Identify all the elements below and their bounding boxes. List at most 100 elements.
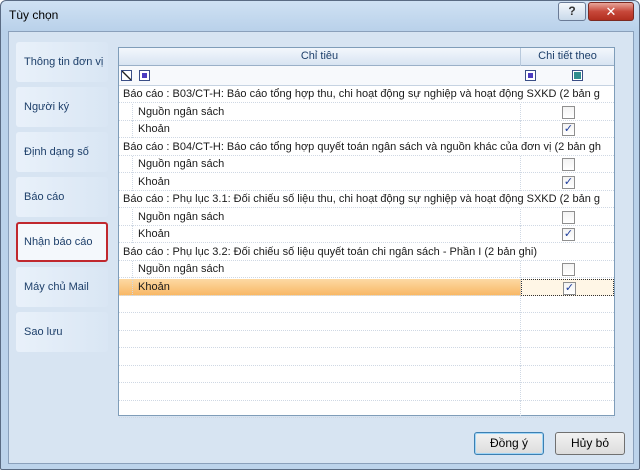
- detail-cell[interactable]: ✓: [521, 226, 614, 243]
- ok-button[interactable]: Đồng ý: [474, 432, 544, 455]
- detail-cell[interactable]: [521, 156, 614, 173]
- empty-row: [119, 296, 614, 313]
- row-indent: [119, 173, 133, 191]
- table-row[interactable]: Nguồn ngân sách: [119, 261, 614, 278]
- row-indent: [119, 208, 133, 226]
- empty-cell: [119, 366, 521, 383]
- empty-cell: [521, 314, 614, 331]
- sidebar-item-backup[interactable]: Sao lưu: [16, 312, 108, 352]
- grid-header: Chỉ tiêu Chi tiết theo: [119, 48, 614, 66]
- group-header-text: Báo cáo : Phụ lục 3.1: Đối chiếu số liệu…: [123, 193, 601, 205]
- row-indent: [119, 156, 133, 173]
- empty-row: [119, 313, 614, 331]
- column-header-indicator[interactable]: Chỉ tiêu: [119, 48, 521, 66]
- clear-filter-icon[interactable]: [121, 70, 132, 81]
- empty-row: [119, 383, 614, 401]
- row-indent: [119, 261, 133, 278]
- indicator-label: Nguồn ngân sách: [138, 210, 225, 223]
- detail-checkbox[interactable]: [562, 158, 575, 171]
- close-button[interactable]: ✕: [588, 2, 634, 21]
- filter-indicator-icon[interactable]: [139, 70, 150, 81]
- sidebar-item-mail-server[interactable]: Máy chủ Mail: [16, 267, 108, 307]
- options-dialog: Tùy chọn ? ✕ Thông tin đơn vị Người ký Đ…: [0, 0, 640, 470]
- sidebar-item-reports[interactable]: Báo cáo: [16, 177, 108, 217]
- table-row[interactable]: Khoản ✓: [119, 278, 614, 296]
- table-row[interactable]: Khoản ✓: [119, 226, 614, 243]
- sidebar-item-unit-info[interactable]: Thông tin đơn vị: [16, 42, 108, 82]
- window-title: Tùy chọn: [9, 8, 59, 22]
- empty-cell: [521, 401, 614, 418]
- help-button[interactable]: ?: [558, 2, 586, 21]
- indicator-cell[interactable]: Nguồn ngân sách: [119, 261, 521, 278]
- detail-cell[interactable]: ✓: [521, 278, 614, 296]
- group-header-text: Báo cáo : Phụ lục 3.2: Đối chiếu số liệu…: [123, 245, 537, 258]
- row-indent: [119, 278, 133, 296]
- empty-cell: [119, 383, 521, 401]
- group-header-text: Báo cáo : B03/CT-H: Báo cáo tổng hợp thu…: [123, 88, 600, 100]
- empty-cell: [119, 313, 521, 331]
- detail-cell[interactable]: ✓: [521, 121, 614, 138]
- sidebar-item-receive-reports[interactable]: Nhận báo cáo: [16, 222, 108, 262]
- row-indent: [119, 103, 133, 121]
- table-row[interactable]: Nguồn ngân sách: [119, 156, 614, 173]
- detail-checkbox[interactable]: ✓: [563, 281, 576, 295]
- empty-cell: [119, 401, 521, 418]
- indicator-label: Nguồn ngân sách: [138, 158, 225, 170]
- empty-cell: [521, 349, 614, 366]
- empty-row: [119, 401, 614, 418]
- table-row[interactable]: Khoản ✓: [119, 121, 614, 138]
- detail-cell[interactable]: ✓: [521, 174, 614, 191]
- table-row[interactable]: Khoản ✓: [119, 173, 614, 191]
- empty-row: [119, 331, 614, 348]
- column-header-detail-by[interactable]: Chi tiết theo: [521, 48, 614, 66]
- indicator-cell[interactable]: Nguồn ngân sách: [119, 208, 521, 226]
- indicator-label: Khoản: [138, 175, 170, 188]
- filter-detail-icon[interactable]: [525, 70, 536, 81]
- indicator-label: Nguồn ngân sách: [138, 105, 225, 118]
- sidebar-item-signer[interactable]: Người ký: [16, 87, 108, 127]
- empty-cell: [521, 384, 614, 401]
- detail-checkbox[interactable]: [562, 105, 575, 119]
- group-header-text: Báo cáo : B04/CT-H: Báo cáo tổng hợp quy…: [123, 140, 601, 153]
- empty-row: [119, 366, 614, 383]
- empty-cell: [521, 296, 614, 313]
- detail-checkbox[interactable]: [562, 263, 575, 276]
- detail-checkbox[interactable]: ✓: [562, 175, 575, 189]
- detail-cell[interactable]: [521, 209, 614, 226]
- table-row[interactable]: Nguồn ngân sách: [119, 103, 614, 121]
- indicator-cell[interactable]: Nguồn ngân sách: [119, 156, 521, 173]
- filter-checkbox-icon[interactable]: [572, 70, 583, 81]
- indicator-cell[interactable]: Khoản: [119, 173, 521, 191]
- empty-cell: [119, 296, 521, 313]
- group-row[interactable]: Báo cáo : B03/CT-H: Báo cáo tổng hợp thu…: [119, 86, 614, 103]
- indicator-label: Khoản: [138, 123, 170, 135]
- detail-cell[interactable]: [521, 104, 614, 121]
- indicator-cell[interactable]: Khoản: [119, 226, 521, 243]
- group-row[interactable]: Báo cáo : B04/CT-H: Báo cáo tổng hợp quy…: [119, 138, 614, 156]
- filter-row: [119, 66, 614, 86]
- group-row[interactable]: Báo cáo : Phụ lục 3.1: Đối chiếu số liệu…: [119, 191, 614, 208]
- empty-row: [119, 348, 614, 366]
- indicator-cell[interactable]: Nguồn ngân sách: [119, 103, 521, 121]
- row-indent: [119, 121, 133, 138]
- empty-cell: [521, 331, 614, 348]
- dialog-body: Thông tin đơn vị Người ký Định dạng số B…: [8, 31, 634, 464]
- indicator-cell[interactable]: Khoản: [119, 121, 521, 138]
- report-details-grid: Chỉ tiêu Chi tiết theo Báo cáo : B03/CT-…: [118, 47, 615, 418]
- indicator-label: Nguồn ngân sách: [138, 263, 225, 275]
- title-bar: Tùy chọn ? ✕: [1, 1, 639, 29]
- group-row[interactable]: Báo cáo : Phụ lục 3.2: Đối chiếu số liệu…: [119, 243, 614, 261]
- indicator-label: Khoản: [138, 228, 170, 240]
- empty-cell: [119, 331, 521, 348]
- indicator-cell[interactable]: Khoản: [119, 278, 521, 296]
- detail-cell[interactable]: [521, 261, 614, 278]
- table-row[interactable]: Nguồn ngân sách: [119, 208, 614, 226]
- detail-checkbox[interactable]: [562, 210, 575, 224]
- cancel-button[interactable]: Hủy bỏ: [555, 432, 625, 455]
- row-indent: [119, 226, 133, 243]
- empty-cell: [119, 348, 521, 366]
- detail-checkbox[interactable]: ✓: [562, 228, 575, 241]
- detail-checkbox[interactable]: ✓: [562, 123, 575, 136]
- sidebar-item-number-format[interactable]: Định dạng số: [16, 132, 108, 172]
- empty-cell: [521, 366, 614, 383]
